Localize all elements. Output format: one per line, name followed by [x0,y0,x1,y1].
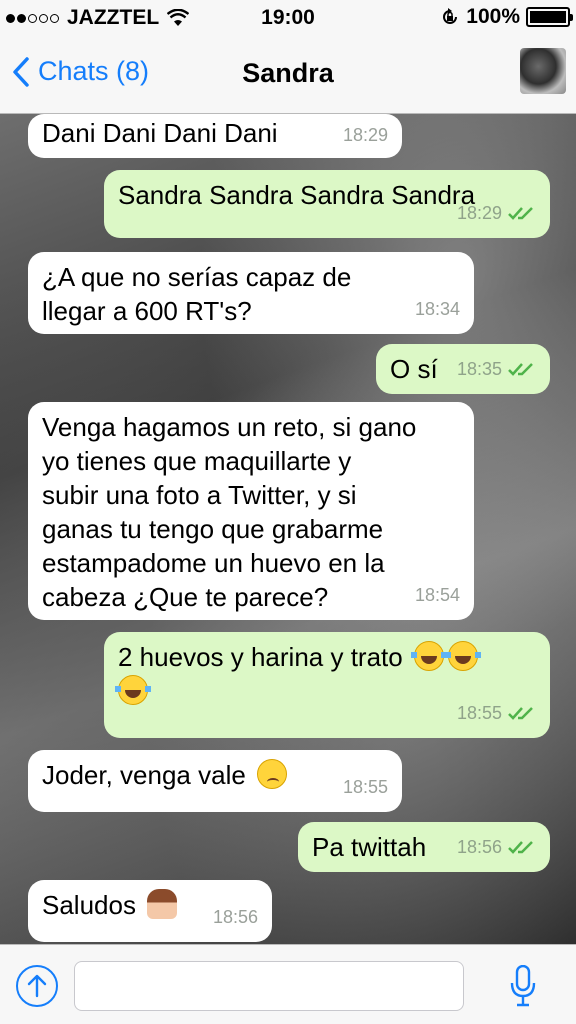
microphone-button[interactable] [510,964,536,1012]
contact-avatar[interactable] [520,48,566,94]
message-input[interactable] [74,961,464,1011]
message-meta: 18:34 [415,292,460,326]
message-time: 18:56 [456,837,502,857]
message-meta: 18:29 [343,118,388,152]
double-check-icon [508,841,533,854]
message-text: ¿A que no serías capaz de llegar a 600 R… [42,262,352,326]
message-time: 18:55 [342,777,388,797]
message-time: 18:34 [414,299,460,319]
upload-button[interactable] [16,965,58,1007]
message-bubble-incoming[interactable]: Dani Dani Dani Dani 18:29 [28,114,402,158]
tears-of-joy-emoji-icon [444,641,481,671]
battery-icon [526,7,573,27]
message-meta: 18:29 [457,196,536,230]
message-time: 18:56 [212,907,258,927]
double-check-icon [508,363,533,376]
nav-bar: Chats (8) Sandra [0,38,576,114]
message-time: 18:54 [414,585,460,605]
chat-title: Sandra [242,58,334,88]
message-bubble-incoming[interactable]: Saludos 18:56 [28,880,272,942]
rotation-lock-icon [443,8,458,24]
message-bubble-incoming[interactable]: Joder, venga vale 18:55 [28,750,402,812]
message-text: Venga hagamos un reto, si gano yo tienes… [42,412,417,612]
message-meta: 18:55 [343,770,388,804]
message-bubble-outgoing[interactable]: Sandra Sandra Sandra Sandra 18:29 [104,170,550,238]
upload-arrow-icon [27,974,47,998]
information-desk-person-emoji-icon [147,889,178,919]
message-meta: 18:56 [457,830,536,864]
message-text-content: Saludos [42,890,136,920]
message-bubble-incoming[interactable]: ¿A que no serías capaz de llegar a 600 R… [28,252,474,334]
message-bubble-outgoing[interactable]: 2 huevos y harina y trato 18:55 [104,632,550,738]
message-time: 18:29 [342,125,388,145]
battery-percent: 100% [466,5,520,28]
message-meta: 18:35 [457,352,536,386]
message-meta: 18:54 [415,578,460,612]
message-text: Joder, venga vale [42,758,388,792]
chat-area[interactable]: Dani Dani Dani Dani 18:29 Sandra Sandra … [0,114,576,944]
message-time: 18:35 [456,359,502,379]
message-text-content: Joder, venga vale [42,760,246,790]
message-time: 18:55 [456,703,502,723]
input-bar [0,944,576,1024]
double-check-icon [508,707,533,720]
message-meta: 18:56 [213,900,258,934]
message-bubble-incoming[interactable]: Venga hagamos un reto, si gano yo tienes… [28,402,474,620]
message-bubble-outgoing[interactable]: Pa twittah 18:56 [298,822,550,872]
message-time: 18:29 [456,203,502,223]
message-text-content: 2 huevos y harina y trato [118,642,403,672]
message-meta: 18:55 [457,696,536,730]
message-text: Dani Dani Dani Dani [42,118,278,148]
tears-of-joy-emoji-icon [410,641,447,671]
tears-of-joy-emoji-icon [115,675,151,705]
double-check-icon [508,207,533,220]
message-bubble-outgoing[interactable]: O sí 18:35 [376,344,550,394]
status-bar: JAZZTEL 19:00 100% [0,0,576,38]
status-right: 100% [440,5,573,29]
microphone-icon [510,964,536,1007]
worried-face-emoji-icon [257,759,288,789]
